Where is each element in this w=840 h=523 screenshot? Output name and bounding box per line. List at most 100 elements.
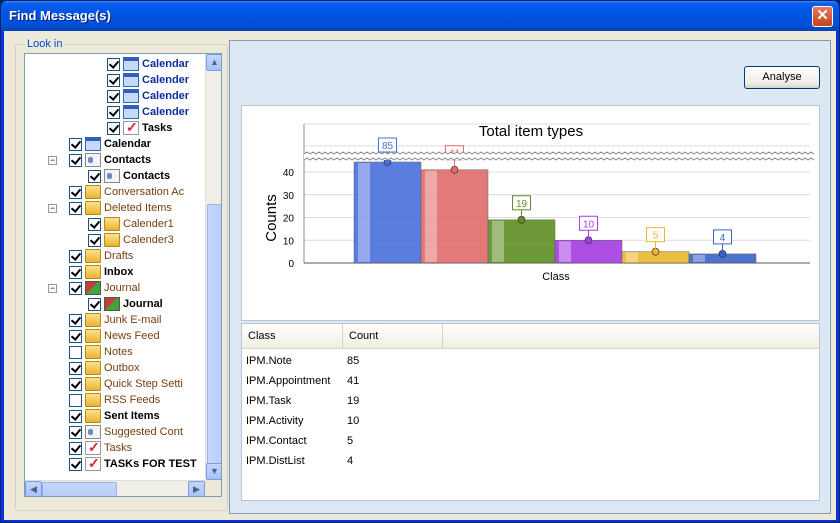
tree-item-checkbox[interactable]: [69, 201, 82, 215]
collapse-icon[interactable]: −: [48, 203, 57, 213]
tree-item-label: Calender: [142, 90, 190, 102]
tree-item[interactable]: Calender: [107, 72, 189, 88]
title-bar[interactable]: Find Message(s) ✕: [1, 1, 839, 31]
tree-item[interactable]: RSS Feeds: [69, 392, 160, 408]
tree-item[interactable]: Outbox: [69, 360, 139, 376]
tree-item-checkbox[interactable]: [69, 281, 82, 295]
tree-item-checkbox[interactable]: [69, 377, 82, 391]
tree-item[interactable]: Inbox: [69, 264, 133, 280]
tree-item-checkbox[interactable]: [88, 233, 101, 247]
folder-icon: [85, 201, 101, 215]
tree-item[interactable]: Drafts: [69, 248, 133, 264]
close-icon: ✕: [816, 7, 829, 24]
folder-icon: [104, 233, 120, 247]
tree-item-checkbox[interactable]: [107, 105, 120, 119]
tree-item[interactable]: Suggested Cont: [69, 424, 183, 440]
scroll-up-button[interactable]: ▲: [206, 54, 221, 71]
tree-item[interactable]: Calender: [107, 104, 189, 120]
y-tick-label: 10: [283, 236, 295, 247]
folder-icon: [85, 313, 101, 327]
folder-tree[interactable]: Calendar Calender Calender Calender Tasks Cal…: [24, 53, 222, 497]
tree-item[interactable]: Conversation Ac: [69, 184, 184, 200]
tree-item[interactable]: − Deleted Items: [48, 200, 172, 216]
folder-icon: [104, 217, 120, 231]
tree-item-checkbox[interactable]: [107, 57, 120, 71]
tree-item-checkbox[interactable]: [69, 137, 82, 151]
analyse-button[interactable]: Analyse: [744, 66, 820, 89]
tree-item-checkbox[interactable]: [69, 185, 82, 199]
find-messages-window: Find Message(s) ✕ Look in Calendar Calend…: [0, 0, 840, 523]
tree-item-checkbox[interactable]: [69, 425, 82, 439]
horizontal-scroll-thumb[interactable]: [42, 482, 117, 496]
close-button[interactable]: ✕: [812, 6, 833, 27]
tree-item[interactable]: Calender1: [88, 216, 174, 232]
tree-item-label: Journal: [123, 298, 163, 310]
table-row[interactable]: IPM.DistList 4: [242, 451, 819, 471]
tree-item[interactable]: TASKs FOR TEST: [69, 455, 197, 472]
scroll-down-button[interactable]: ▼: [206, 463, 221, 480]
tree-item-checkbox[interactable]: [69, 249, 82, 263]
column-header-class[interactable]: Class: [242, 324, 343, 349]
tree-item-checkbox[interactable]: [107, 73, 120, 87]
tree-item-checkbox[interactable]: [107, 121, 120, 135]
folder-icon: [85, 361, 101, 375]
tree-item-checkbox[interactable]: [107, 89, 120, 103]
tree-vertical-scrollbar[interactable]: ▲ ▼: [205, 54, 221, 480]
bar-highlight: [626, 252, 638, 262]
tree-item-checkbox[interactable]: [69, 329, 82, 343]
tree-item[interactable]: Tasks: [107, 119, 172, 136]
tree-item-checkbox[interactable]: [69, 265, 82, 279]
tree-item-label: Journal: [104, 282, 141, 294]
tree-item-checkbox[interactable]: [69, 153, 82, 167]
collapse-icon[interactable]: −: [48, 155, 57, 165]
tree-item-checkbox[interactable]: [88, 297, 101, 311]
table-row[interactable]: IPM.Activity 10: [242, 411, 819, 431]
scroll-corner: [205, 480, 221, 496]
data-label: 19: [516, 199, 528, 210]
scroll-right-button[interactable]: ▶: [188, 481, 205, 496]
data-label: 85: [382, 141, 394, 152]
cell-class: IPM.Task: [246, 395, 292, 407]
tree-item[interactable]: Calendar: [69, 136, 151, 152]
column-header-count[interactable]: Count: [343, 324, 443, 349]
scroll-left-button[interactable]: ◀: [25, 481, 42, 496]
vertical-scroll-thumb[interactable]: [207, 204, 221, 466]
table-row[interactable]: IPM.Task 19: [242, 391, 819, 411]
tree-item-checkbox[interactable]: [88, 169, 101, 183]
tree-item-label: Deleted Items: [104, 202, 172, 214]
tree-item-checkbox[interactable]: [69, 457, 82, 471]
table-row[interactable]: IPM.Appointment 41: [242, 371, 819, 391]
collapse-icon[interactable]: −: [48, 283, 57, 293]
tree-item[interactable]: Notes: [69, 344, 133, 360]
tree-item[interactable]: − Contacts: [48, 152, 151, 168]
tree-item-checkbox[interactable]: [88, 217, 101, 231]
table-row[interactable]: IPM.Note 85: [242, 351, 819, 371]
tree-horizontal-scrollbar[interactable]: ◀ ▶: [25, 480, 205, 496]
tree-item[interactable]: Calender: [107, 88, 189, 104]
tree-item-label: Junk E-mail: [104, 314, 162, 326]
tree-item-checkbox[interactable]: [69, 313, 82, 327]
tree-item[interactable]: Tasks: [69, 439, 133, 456]
tree-item[interactable]: Calender3: [88, 232, 174, 248]
tree-item[interactable]: Calendar: [107, 56, 189, 72]
tree-item-label: Conversation Ac: [104, 186, 185, 198]
tree-item[interactable]: − Journal: [48, 280, 141, 296]
cell-class: IPM.Appointment: [246, 375, 331, 387]
tree-item[interactable]: Quick Step Setti: [69, 376, 183, 392]
tree-item-checkbox[interactable]: [69, 409, 82, 423]
tree-item[interactable]: Sent Items: [69, 408, 160, 424]
results-grid[interactable]: Class Count IPM.Note 85 IPM.Appointment 41 I…: [241, 323, 820, 501]
table-row[interactable]: IPM.Contact 5: [242, 431, 819, 451]
tree-item-label: Sent Items: [104, 410, 160, 422]
tree-item-checkbox[interactable]: [69, 345, 82, 359]
tree-item-checkbox[interactable]: [69, 361, 82, 375]
tree-item[interactable]: News Feed: [69, 328, 160, 344]
tree-item-checkbox[interactable]: [69, 441, 82, 455]
tree-item[interactable]: Journal: [88, 296, 163, 312]
data-label: 10: [583, 219, 595, 230]
tree-item-checkbox[interactable]: [69, 393, 82, 407]
folder-icon: [85, 329, 101, 343]
tree-item[interactable]: Junk E-mail: [69, 312, 161, 328]
tree-item-label: Tasks: [104, 442, 133, 454]
tree-item[interactable]: Contacts: [88, 168, 170, 184]
